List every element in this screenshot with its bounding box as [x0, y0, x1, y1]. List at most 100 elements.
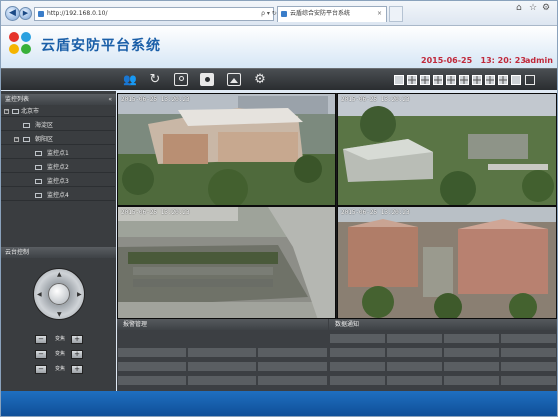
alarm-cell[interactable]	[117, 375, 187, 386]
camera-view-3[interactable]: 2015-06-25 13:20:23	[117, 206, 336, 319]
ptz-down-icon[interactable]: ▼	[57, 311, 62, 318]
data-notification-title: 数据通知	[335, 321, 360, 328]
ptz-center-button[interactable]	[48, 283, 70, 305]
alarm-management-header: 报警管理	[117, 319, 328, 330]
alarm-cell[interactable]	[187, 375, 257, 386]
app-logo-icon	[9, 32, 33, 56]
current-user[interactable]: admin	[525, 56, 553, 65]
favorites-icon[interactable]: ☆	[529, 3, 537, 13]
data-cell[interactable]	[443, 375, 500, 386]
focus-label: 变焦	[54, 351, 65, 357]
data-cell[interactable]	[443, 347, 500, 358]
tab-title: 云盾综合安防平台系统	[290, 10, 351, 17]
layout-6-icon[interactable]	[420, 75, 430, 85]
layout-13-icon[interactable]	[459, 75, 469, 85]
zoom-in-button[interactable]: +	[71, 335, 83, 344]
tab-favicon-icon	[281, 11, 287, 17]
data-cell[interactable]	[386, 347, 443, 358]
layout-25-icon[interactable]	[485, 75, 495, 85]
new-tab-button[interactable]	[389, 6, 403, 22]
camera-view-2[interactable]: 2015-06-25 13:20:23	[337, 93, 557, 206]
iris-plus-button[interactable]: +	[71, 365, 83, 374]
ptz-direction-pad[interactable]: ▲ ▼ ◀ ▶	[33, 268, 85, 320]
data-cell[interactable]	[386, 361, 443, 372]
ptz-right-icon[interactable]: ▶	[77, 291, 82, 298]
alarm-cell[interactable]	[187, 361, 257, 372]
data-cell[interactable]	[500, 347, 557, 358]
tree-node-chaoyang[interactable]: − 朝阳区	[1, 134, 115, 145]
alarm-cell[interactable]	[117, 347, 187, 358]
address-bar[interactable]: http://192.168.0.10/	[34, 7, 274, 21]
data-cell[interactable]	[500, 333, 557, 344]
ptz-up-icon[interactable]: ▲	[57, 271, 62, 278]
layout-4-icon[interactable]	[407, 75, 417, 85]
folder-icon	[12, 109, 19, 114]
focus-minus-button[interactable]: −	[35, 350, 47, 359]
camera-3-scene	[118, 207, 335, 318]
layout-8-icon[interactable]	[433, 75, 443, 85]
camera-view-4[interactable]: 2015-06-25 13:20:23	[337, 206, 557, 319]
data-cell[interactable]	[500, 361, 557, 372]
data-cell[interactable]	[329, 333, 386, 344]
tree-node-beijing[interactable]: − 北京市	[1, 106, 115, 117]
users-icon[interactable]: 👥	[123, 73, 137, 86]
browser-tab[interactable]: 云盾综合安防平台系统 ×	[277, 6, 387, 22]
layout-custom-icon[interactable]	[511, 75, 521, 85]
collapse-icon[interactable]: «	[108, 94, 112, 105]
layout-16-icon[interactable]	[472, 75, 482, 85]
image-icon[interactable]	[227, 73, 241, 86]
tab-close-icon[interactable]: ×	[377, 7, 382, 21]
current-time: 13: 20: 23	[480, 56, 526, 65]
data-cell[interactable]	[443, 361, 500, 372]
record-icon[interactable]	[200, 73, 214, 86]
current-date: 2015-06-25	[421, 56, 473, 65]
back-button[interactable]: ◀	[5, 6, 20, 21]
ptz-control-header: 云台控制	[1, 247, 116, 258]
forward-button[interactable]: ▶	[19, 7, 32, 20]
camera-icon[interactable]	[174, 73, 188, 86]
camera-3-timestamp: 2015-06-25 13:20:23	[121, 209, 190, 216]
address-text: http://192.168.0.10/	[47, 10, 108, 17]
focus-plus-button[interactable]: +	[71, 350, 83, 359]
camera-4-timestamp: 2015-06-25 13:20:23	[341, 209, 410, 216]
data-cell[interactable]	[443, 333, 500, 344]
alarm-management-title: 报警管理	[123, 321, 148, 328]
tree-expander-icon[interactable]: −	[4, 109, 9, 114]
ptz-focus-row: − 变焦 +	[35, 350, 85, 360]
ptz-left-icon[interactable]: ◀	[37, 291, 42, 298]
alarm-cell[interactable]	[117, 361, 187, 372]
alarm-cell[interactable]	[187, 347, 257, 358]
home-icon[interactable]: ⌂	[516, 3, 522, 13]
alarm-cell[interactable]	[257, 361, 328, 372]
data-cell[interactable]	[386, 333, 443, 344]
iris-minus-button[interactable]: −	[35, 365, 47, 374]
folder-icon	[23, 123, 30, 128]
data-cell[interactable]	[329, 361, 386, 372]
monitor-list-header: 监控列表 «	[1, 94, 116, 105]
layout-9-icon[interactable]	[446, 75, 456, 85]
alarm-cell[interactable]	[257, 347, 328, 358]
zoom-out-button[interactable]: −	[35, 335, 47, 344]
tools-gear-icon[interactable]: ⚙	[542, 3, 550, 13]
camera-node-icon	[35, 151, 42, 156]
alarm-cell[interactable]	[257, 375, 328, 386]
layout-1-icon[interactable]	[394, 75, 404, 85]
data-cell[interactable]	[386, 375, 443, 386]
fullscreen-icon[interactable]	[525, 75, 535, 85]
tree-node-monitor-3[interactable]: 监控点3	[1, 176, 115, 187]
tree-node-haidian[interactable]: 海淀区	[1, 120, 115, 131]
camera-view-1[interactable]: 2015-06-25 13:20:23	[117, 93, 336, 206]
data-cell[interactable]	[329, 347, 386, 358]
data-cell[interactable]	[500, 375, 557, 386]
tree-node-monitor-4[interactable]: 监控点4	[1, 190, 115, 201]
camera-1-timestamp: 2015-06-25 13:20:23	[121, 96, 190, 103]
tree-node-label: 北京市	[21, 108, 40, 115]
tree-node-monitor-1[interactable]: 监控点1	[1, 148, 115, 159]
layout-36-icon[interactable]	[498, 75, 508, 85]
data-cell[interactable]	[329, 375, 386, 386]
tree-expander-icon[interactable]: −	[14, 137, 19, 142]
main-toolbar: 👥 ↻ ⚙	[1, 68, 557, 90]
refresh-icon[interactable]: ↻	[148, 73, 162, 86]
tree-node-monitor-2[interactable]: 监控点2	[1, 162, 115, 173]
settings-icon[interactable]: ⚙	[253, 73, 267, 86]
